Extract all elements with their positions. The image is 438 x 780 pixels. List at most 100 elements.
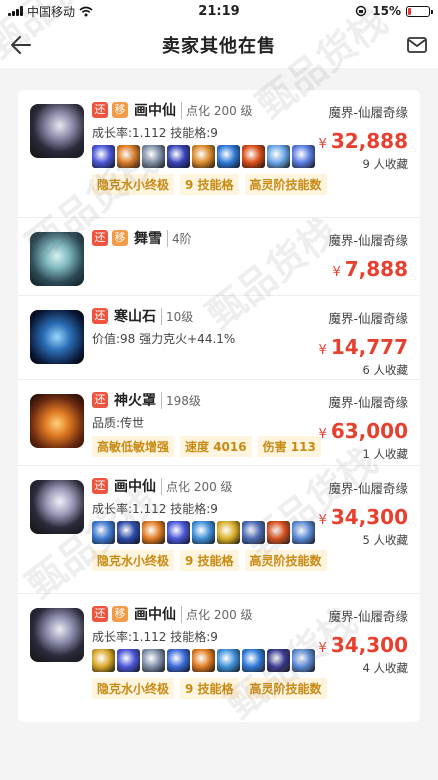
item-thumbnail xyxy=(30,394,84,448)
battery-percent: 15% xyxy=(372,4,401,18)
price-value: 7,888 xyxy=(344,257,408,281)
item-side: 魔界-仙履奇缘 ¥63,000 1 人收藏 xyxy=(319,392,408,462)
battery-icon xyxy=(406,5,433,17)
skill-icon xyxy=(167,649,190,672)
skill-icon xyxy=(192,649,215,672)
item-name: 舞雪 xyxy=(134,231,162,247)
server-name: 魔界-仙履奇缘 xyxy=(328,395,408,410)
price-value: 34,300 xyxy=(330,633,408,657)
favorite-count: 5 人收藏 xyxy=(362,533,408,547)
item-level: 点化 200 级 xyxy=(161,477,233,495)
feature-chips: 隐克水小终极 9 技能格 高灵阶技能数 xyxy=(92,550,410,571)
skill-icon xyxy=(142,649,165,672)
skill-icon xyxy=(292,521,315,544)
price-value: 63,000 xyxy=(330,419,408,443)
skill-icon xyxy=(292,649,315,672)
item-price: ¥32,888 xyxy=(319,129,408,153)
currency-symbol: ¥ xyxy=(332,265,341,280)
item-price: ¥7,888 xyxy=(328,257,408,281)
favorite-count: 6 人收藏 xyxy=(362,363,408,377)
transfer-tag: 移 xyxy=(112,230,128,246)
price-value: 34,300 xyxy=(330,505,408,529)
feature-chip: 高敏低敏增强 xyxy=(92,436,175,457)
item-thumbnail xyxy=(30,310,84,364)
feature-chip: 伤害 113 xyxy=(257,436,321,457)
item-side: 魔界-仙履奇缘 ¥34,300 5 人收藏 xyxy=(319,478,408,548)
item-thumbnail xyxy=(30,232,84,286)
item-price: ¥34,300 xyxy=(319,633,408,657)
list-item[interactable]: 还神火罩 198级 品质:传世 高敏低敏增强 速度 4016 伤害 113 魔界-仙履奇缘 ¥… xyxy=(18,380,420,466)
item-name: 画中仙 xyxy=(114,479,156,495)
item-price: ¥63,000 xyxy=(319,419,408,443)
feature-chip: 速度 4016 xyxy=(180,436,252,457)
feature-chips: 隐克水小终极 9 技能格 高灵阶技能数 xyxy=(92,174,410,195)
skill-icon xyxy=(267,521,290,544)
skill-icon xyxy=(217,649,240,672)
skill-icon xyxy=(242,521,265,544)
skill-icon xyxy=(142,521,165,544)
price-value: 14,777 xyxy=(330,335,408,359)
item-level: 点化 200 级 xyxy=(181,605,253,623)
list-item[interactable]: 还寒山石 10级 价值:98 强力克火+44.1% 魔界-仙履奇缘 ¥14,777 6 人… xyxy=(18,296,420,380)
skill-icon xyxy=(242,649,265,672)
feature-chip: 9 技能格 xyxy=(180,678,239,699)
skill-icon xyxy=(217,521,240,544)
list-item[interactable]: 还移画中仙 点化 200 级成长率:1.112 技能格:9 隐克水小终极 9 技能格高… xyxy=(18,90,420,218)
status-left: 中国移动 xyxy=(8,3,93,20)
skill-icon xyxy=(192,521,215,544)
wifi-icon xyxy=(79,6,93,16)
item-name: 画中仙 xyxy=(134,607,176,623)
server-name: 魔界-仙履奇缘 xyxy=(328,609,408,624)
back-arrow-icon[interactable] xyxy=(10,34,32,56)
page-title: 卖家其他在售 xyxy=(162,36,276,57)
feature-chips: 隐克水小终极 9 技能格 高灵阶技能数 xyxy=(92,678,410,699)
favorite-count: 4 人收藏 xyxy=(362,661,408,675)
currency-symbol: ¥ xyxy=(318,343,327,358)
item-price: ¥34,300 xyxy=(319,505,408,529)
feature-chip: 隐克水小终极 xyxy=(92,678,175,699)
transfer-tag: 移 xyxy=(112,102,128,118)
return-tag: 还 xyxy=(92,478,108,494)
server-name: 魔界-仙履奇缘 xyxy=(328,481,408,496)
feature-chip: 隐克水小终极 xyxy=(92,550,175,571)
transfer-tag: 移 xyxy=(112,606,128,622)
skill-icon xyxy=(267,145,290,168)
item-level: 4阶 xyxy=(167,229,192,247)
return-tag: 还 xyxy=(92,308,108,324)
item-level: 10级 xyxy=(161,307,193,325)
list-item[interactable]: 还移画中仙 点化 200 级成长率:1.112 技能格:9 隐克水小终极 9 技能格高… xyxy=(18,594,420,722)
server-name: 魔界-仙履奇缘 xyxy=(328,105,408,120)
feature-chip: 9 技能格 xyxy=(180,174,239,195)
skill-icon xyxy=(267,649,290,672)
nav-bar: 卖家其他在售 xyxy=(0,22,438,68)
list-item[interactable]: 还画中仙 点化 200 级成长率:1.112 技能格:9 隐克水小终极 9 技能格 高灵… xyxy=(18,466,420,594)
skill-icon xyxy=(92,521,115,544)
skill-icon xyxy=(142,145,165,168)
skill-icon xyxy=(117,521,140,544)
signal-icon xyxy=(8,6,23,16)
skill-icon xyxy=(167,521,190,544)
server-name: 魔界-仙履奇缘 xyxy=(328,311,408,326)
status-bar: 中国移动 21:19 15% xyxy=(0,0,438,22)
item-name: 神火罩 xyxy=(114,393,156,409)
feature-chip: 9 技能格 xyxy=(180,550,239,571)
skill-icon xyxy=(117,145,140,168)
return-tag: 还 xyxy=(92,102,108,118)
status-right: 15% xyxy=(355,4,433,18)
mail-icon[interactable] xyxy=(406,34,428,56)
currency-symbol: ¥ xyxy=(318,513,327,528)
item-price: ¥14,777 xyxy=(319,335,408,359)
price-value: 32,888 xyxy=(330,129,408,153)
favorite-count: 1 人收藏 xyxy=(362,447,408,461)
server-name: 魔界-仙履奇缘 xyxy=(328,233,408,248)
skill-icon xyxy=(192,145,215,168)
orientation-lock-icon xyxy=(356,5,367,17)
skill-icon xyxy=(217,145,240,168)
list-item[interactable]: 还移舞雪 4阶 魔界-仙履奇缘 ¥7,888 xyxy=(18,218,420,296)
skill-icon xyxy=(242,145,265,168)
favorite-count: 9 人收藏 xyxy=(362,157,408,171)
item-side: 魔界-仙履奇缘 ¥32,888 9 人收藏 xyxy=(319,102,408,172)
item-thumbnail xyxy=(30,608,84,662)
item-name: 画中仙 xyxy=(134,103,176,119)
item-side: 魔界-仙履奇缘 ¥7,888 xyxy=(328,230,408,281)
